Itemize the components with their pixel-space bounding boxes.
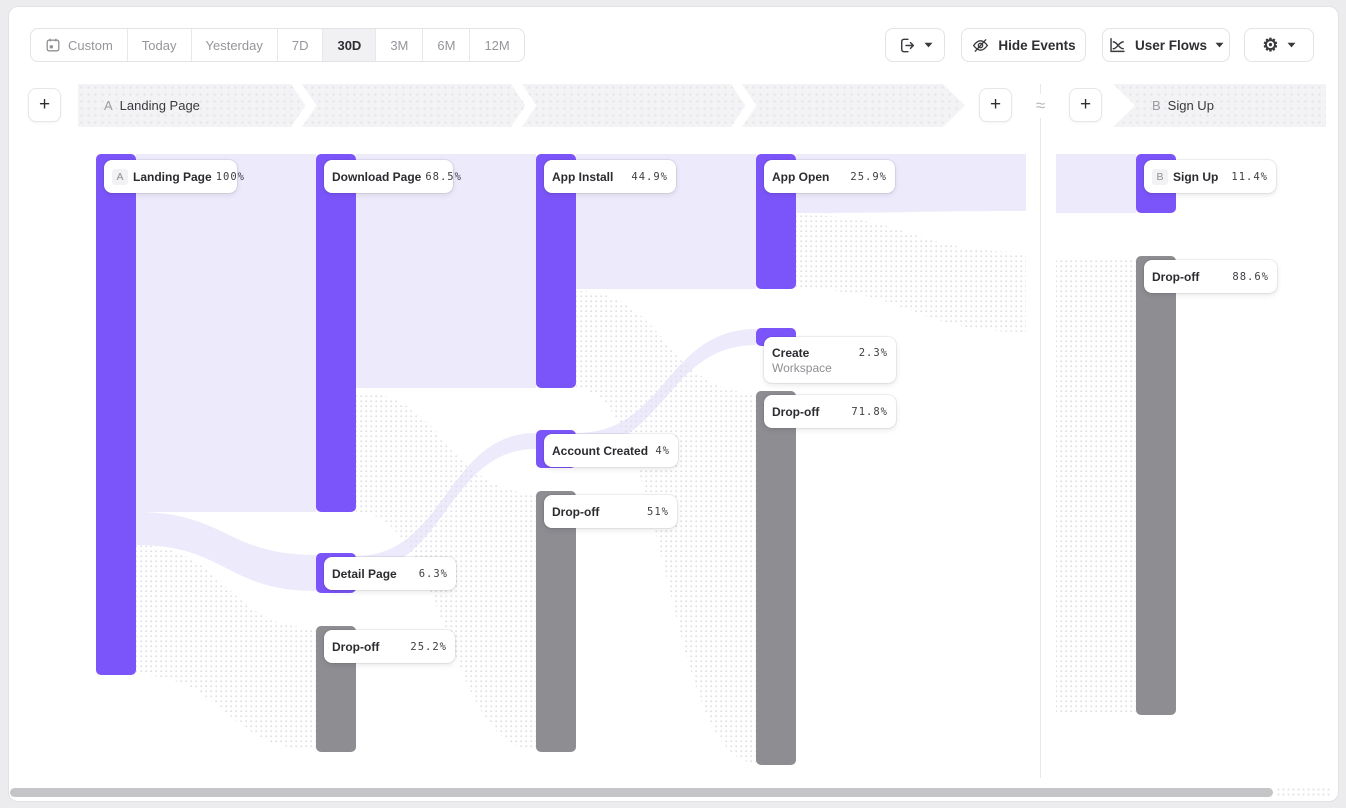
export-icon [897,36,916,55]
flow-b-first-step-label: B Sign Up [1152,84,1214,127]
flow-a-badge: A [104,98,113,113]
flow-ribbon-app-open-to-edge-dropoff [796,215,1026,332]
date-range-yesterday[interactable]: Yesterday [191,29,277,61]
hide-events-label: Hide Events [998,38,1075,53]
settings-button[interactable]: ⚙ [1244,28,1314,62]
step-chevron-separator [292,84,318,127]
user-flow-sankey [0,0,1346,808]
step-chevron-separator [512,84,538,127]
node-badge-a: A [112,169,128,185]
node-card-dropoff-step3[interactable]: Drop-off 51% [544,495,677,528]
add-step-flow-b-button[interactable]: + [1069,88,1102,122]
node-card-account-created[interactable]: Account Created 4% [544,434,678,467]
date-range-control: Custom Today Yesterday 7D 30D 3M 6M 12M [30,28,525,62]
node-badge-b: B [1152,169,1168,185]
date-range-12m[interactable]: 12M [469,29,523,61]
bar-dropoff-flow-b[interactable] [1136,256,1176,715]
node-card-dropoff-flow-b[interactable]: Drop-off 88.6% [1144,260,1277,293]
node-card-app-open[interactable]: App Open 25.9% [764,160,895,193]
date-range-3m[interactable]: 3M [375,29,422,61]
user-flows-icon [1108,36,1127,55]
date-range-label: Custom [68,38,113,53]
bar-dropoff-step3[interactable] [536,491,576,752]
chevron-down-icon [1287,42,1296,48]
date-range-30d[interactable]: 30D [322,29,375,61]
flow-ribbon-edge-to-sign-up [1056,154,1136,213]
bar-download-page[interactable] [316,154,356,512]
hide-events-button[interactable]: Hide Events [961,28,1086,62]
add-step-start-button[interactable]: + [28,88,61,122]
add-step-flow-a-button[interactable]: + [979,88,1012,122]
node-card-landing-page[interactable]: A Landing Page 100% [104,160,237,193]
gear-icon: ⚙ [1262,36,1278,54]
flow-ribbon-landing-to-download [136,154,316,512]
node-card-detail-page[interactable]: Detail Page 6.3% [324,557,456,590]
node-card-dropoff-step2[interactable]: Drop-off 25.2% [324,630,455,663]
node-card-app-install[interactable]: App Install 44.9% [544,160,676,193]
node-card-dropoff-step4[interactable]: Drop-off 71.8% [764,395,896,428]
bar-dropoff-step4[interactable] [756,391,796,765]
date-range-6m[interactable]: 6M [422,29,469,61]
horizontal-scrollbar-track[interactable] [1276,787,1332,798]
step-chevron-separator [732,84,758,127]
node-card-sign-up[interactable]: B Sign Up 11.4% [1144,160,1276,193]
chevron-down-icon [1215,42,1224,48]
export-button[interactable] [885,28,945,62]
flow-a-first-step-label: A Landing Page [104,84,200,127]
node-card-create-workspace[interactable]: Create 2.3% Workspace [764,337,896,383]
eye-off-icon [971,36,990,55]
date-range-today[interactable]: Today [127,29,191,61]
horizontal-scrollbar-thumb[interactable] [10,788,1273,797]
date-range-custom[interactable]: Custom [31,29,127,61]
approx-symbol: ≈ [1027,94,1054,118]
user-flows-button[interactable]: User Flows [1102,28,1230,62]
flow-b-badge: B [1152,98,1161,113]
calendar-icon [45,37,61,53]
flow-ribbon-edge-to-dropoff-b [1056,258,1136,713]
date-range-7d[interactable]: 7D [277,29,323,61]
user-flows-label: User Flows [1135,38,1207,53]
node-card-download-page[interactable]: Download Page 68.5% [324,160,453,193]
chevron-down-icon [924,42,933,48]
bar-landing-page[interactable] [96,154,136,675]
